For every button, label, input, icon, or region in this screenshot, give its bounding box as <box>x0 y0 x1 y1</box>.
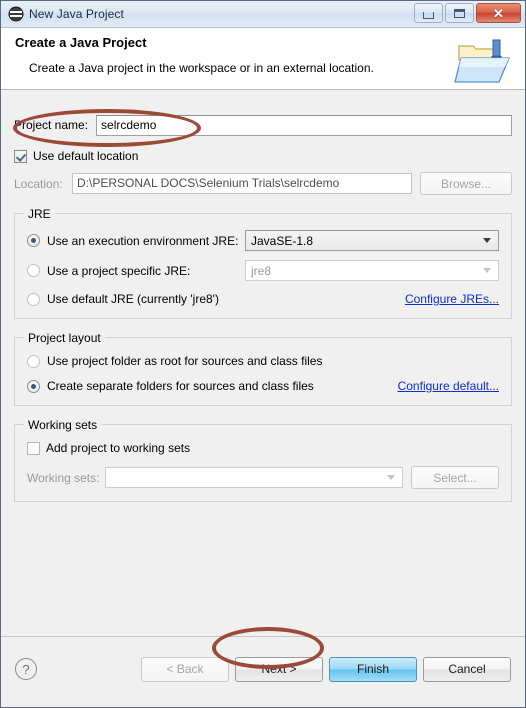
add-to-working-sets-checkbox[interactable] <box>27 441 40 455</box>
chevron-down-icon <box>483 268 491 273</box>
jre-execution-environment-label: Use an execution environment JRE: <box>47 233 239 248</box>
jre-execution-environment-row[interactable]: Use an execution environment JRE: JavaSE… <box>27 230 499 251</box>
title-bar: New Java Project ✕ <box>1 1 525 28</box>
wizard-header: Create a Java Project Create a Java proj… <box>1 28 525 90</box>
help-icon[interactable]: ? <box>15 658 37 680</box>
layout-separate-folders-row[interactable]: Create separate folders for sources and … <box>27 379 499 393</box>
window-controls: ✕ <box>414 3 521 23</box>
window-title: New Java Project <box>29 7 124 21</box>
project-specific-jre-value: jre8 <box>251 263 272 278</box>
execution-environment-value: JavaSE-1.8 <box>251 233 314 248</box>
location-row: Location: D:\PERSONAL DOCS\Selenium Tria… <box>14 172 512 195</box>
jre-group-title: JRE <box>24 207 55 221</box>
project-name-input[interactable]: selrcdemo <box>96 114 512 136</box>
project-specific-jre-combo[interactable]: jre8 <box>245 260 499 281</box>
select-working-sets-button[interactable]: Select... <box>411 466 499 489</box>
close-button[interactable]: ✕ <box>476 3 521 23</box>
chevron-down-icon <box>483 238 491 243</box>
jre-project-specific-radio[interactable] <box>27 264 40 277</box>
new-java-project-wizard-icon <box>454 39 510 83</box>
chevron-down-icon <box>387 475 395 480</box>
page-subtitle: Create a Java project in the workspace o… <box>29 61 374 75</box>
jre-group: JRE Use an execution environment JRE: Ja… <box>14 207 512 319</box>
close-icon: ✕ <box>493 5 504 21</box>
jre-execution-environment-radio[interactable] <box>27 234 40 247</box>
wizard-body: Project name: selrcdemo Use default loca… <box>1 114 525 636</box>
layout-separate-folders-radio[interactable] <box>27 379 40 393</box>
configure-jres-link[interactable]: Configure JREs... <box>405 292 499 306</box>
working-sets-label: Working sets: <box>27 470 100 485</box>
use-default-location-checkbox[interactable] <box>14 149 27 163</box>
minimize-button[interactable] <box>414 3 443 23</box>
location-label: Location: <box>14 176 63 191</box>
working-sets-combo[interactable] <box>105 467 403 488</box>
working-sets-group: Working sets Add project to working sets… <box>14 418 512 502</box>
layout-separate-folders-label: Create separate folders for sources and … <box>47 379 314 393</box>
use-default-location-label: Use default location <box>33 149 139 163</box>
use-default-location-row[interactable]: Use default location <box>14 149 512 163</box>
maximize-icon <box>454 8 465 18</box>
jre-project-specific-label: Use a project specific JRE: <box>47 263 191 278</box>
add-to-working-sets-row[interactable]: Add project to working sets <box>27 441 499 455</box>
jre-default-label: Use default JRE (currently 'jre8') <box>47 292 219 306</box>
finish-button[interactable]: Finish <box>329 656 417 682</box>
layout-project-folder-radio[interactable] <box>27 354 40 368</box>
next-button[interactable]: Next > <box>235 656 323 682</box>
project-layout-group: Project layout Use project folder as roo… <box>14 331 512 406</box>
dialog-footer: ? < Back Next > Finish Cancel <box>1 636 525 707</box>
back-button[interactable]: < Back <box>141 656 229 682</box>
configure-default-link[interactable]: Configure default... <box>398 379 499 393</box>
project-name-label: Project name: <box>14 118 89 132</box>
new-java-project-dialog: New Java Project ✕ Create a Java Project… <box>0 0 526 708</box>
execution-environment-combo[interactable]: JavaSE-1.8 <box>245 230 499 251</box>
layout-project-folder-label: Use project folder as root for sources a… <box>47 354 323 368</box>
page-title: Create a Java Project <box>15 35 147 50</box>
working-sets-row: Working sets: Select... <box>27 466 499 489</box>
java-project-icon <box>8 6 24 22</box>
jre-default-radio[interactable] <box>27 292 40 306</box>
jre-default-row[interactable]: Use default JRE (currently 'jre8') Confi… <box>27 292 499 306</box>
cancel-button[interactable]: Cancel <box>423 656 511 682</box>
location-input[interactable]: D:\PERSONAL DOCS\Selenium Trials\selrcde… <box>72 173 412 194</box>
project-name-row: Project name: selrcdemo <box>14 114 512 136</box>
working-sets-group-title: Working sets <box>24 418 102 432</box>
footer-buttons: < Back Next > Finish Cancel <box>141 656 511 682</box>
jre-project-specific-row[interactable]: Use a project specific JRE: jre8 <box>27 260 499 281</box>
add-to-working-sets-label: Add project to working sets <box>46 441 191 455</box>
browse-button[interactable]: Browse... <box>420 172 512 195</box>
project-layout-group-title: Project layout <box>24 331 105 345</box>
layout-project-folder-row[interactable]: Use project folder as root for sources a… <box>27 354 499 368</box>
maximize-button[interactable] <box>445 3 474 23</box>
minimize-icon <box>423 11 434 19</box>
